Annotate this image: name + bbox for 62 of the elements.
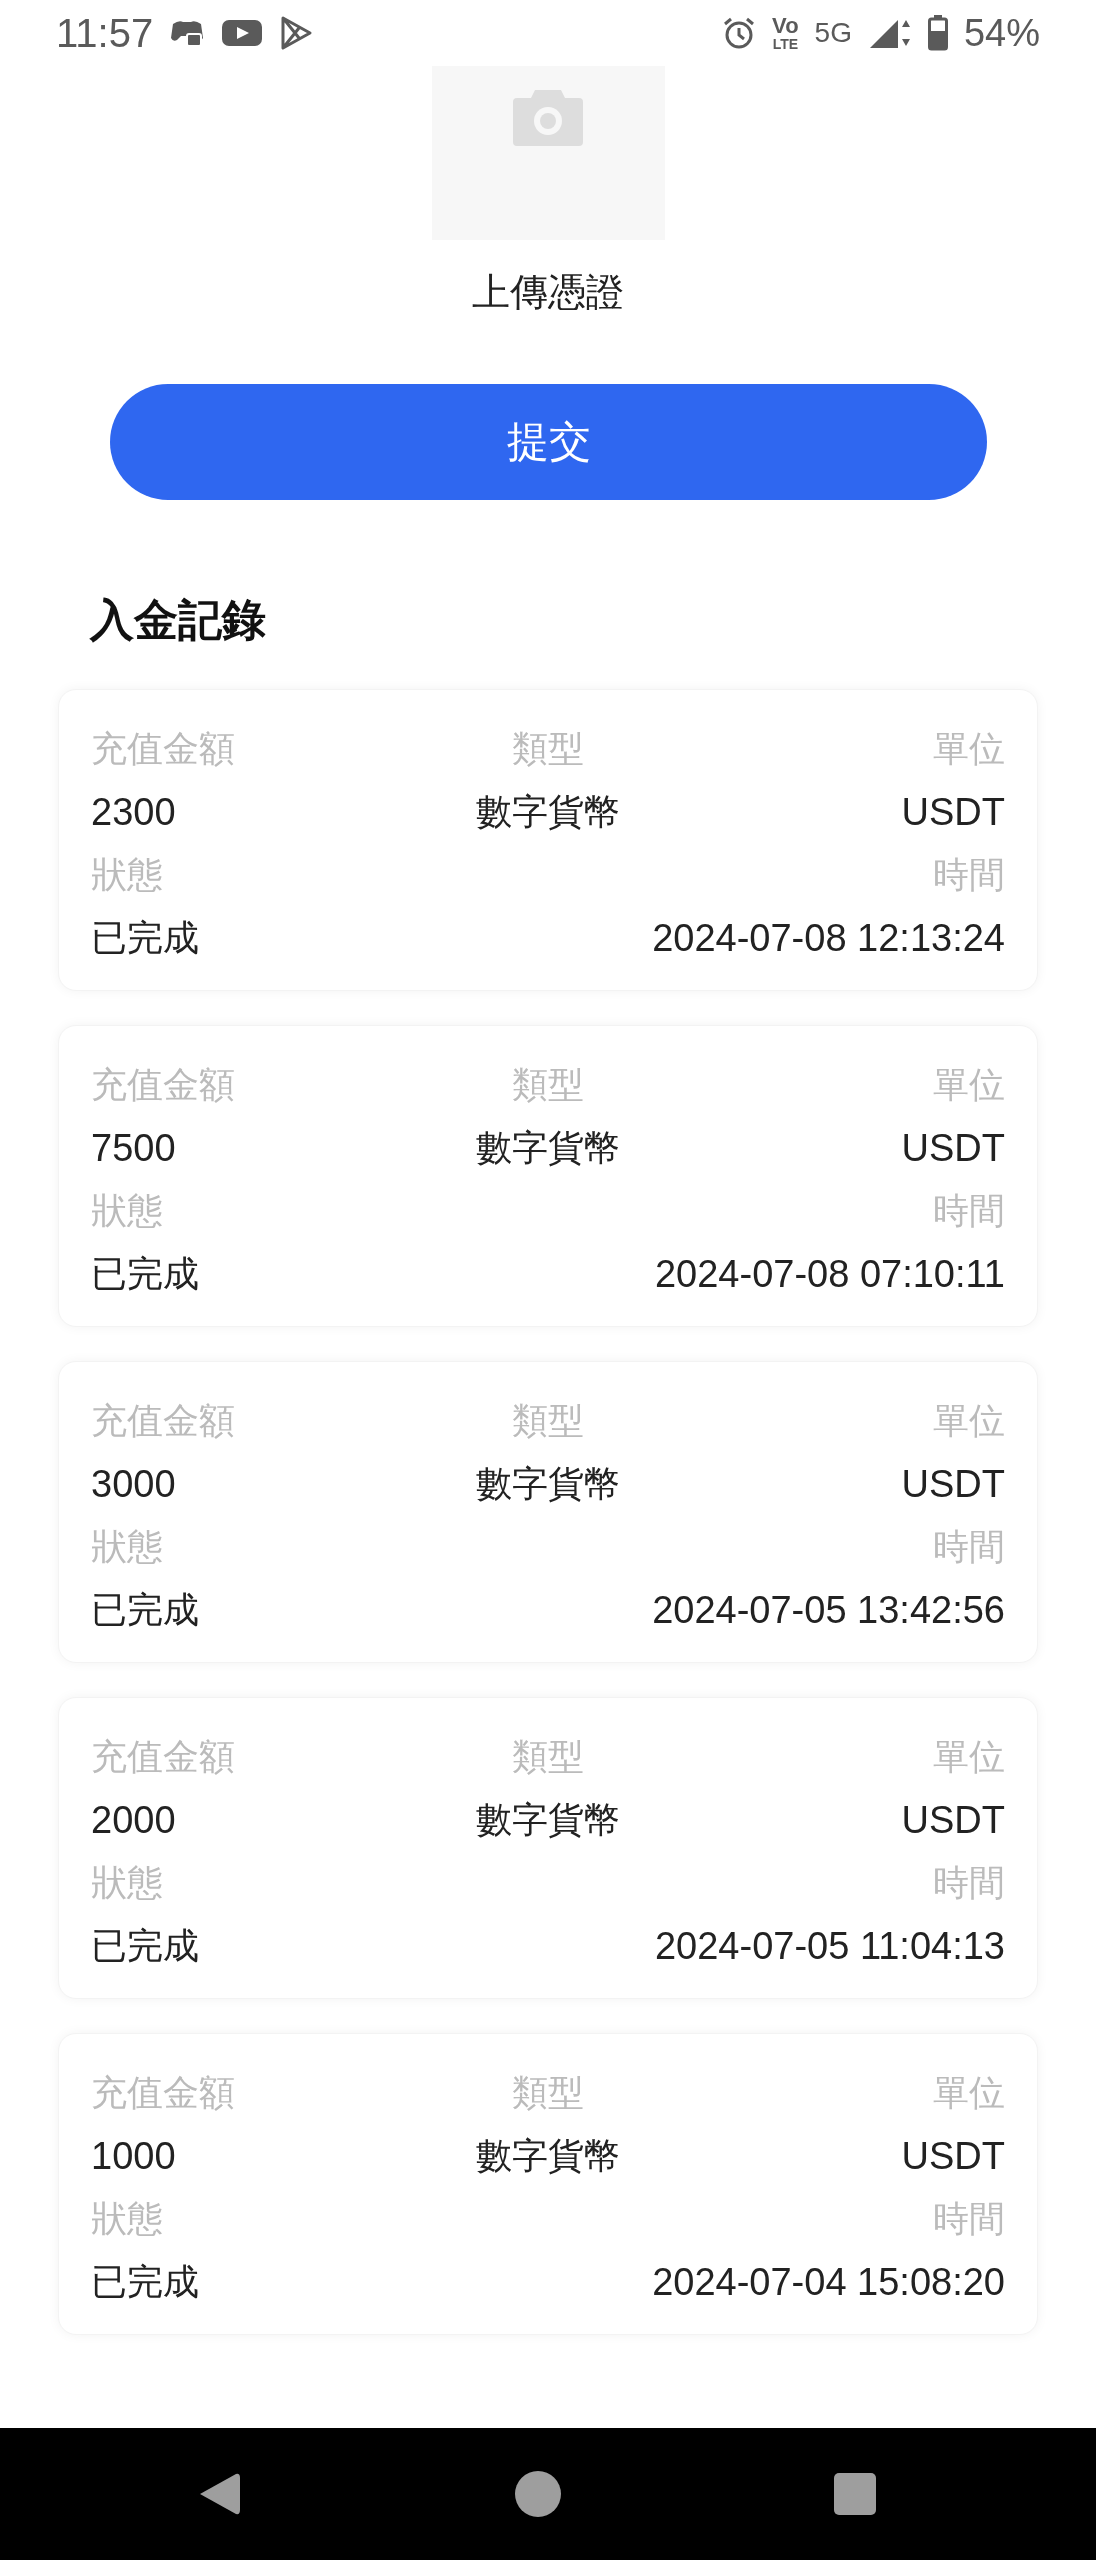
field-label: 狀態 [91,2197,164,2241]
status-value: 已完成 [91,2260,200,2304]
unit-value: USDT [900,791,1005,834]
field-label: 單位 [932,1735,1005,1779]
field-label: 類型 [511,2071,585,2115]
field-label: 類型 [511,1735,585,1779]
network-type: 5G [814,17,852,49]
status-value: 已完成 [91,1588,200,1632]
unit-value: USDT [900,1127,1005,1170]
field-label: 時間 [932,2197,1005,2241]
field-label: 充值金額 [91,2071,236,2115]
field-label: 時間 [932,1861,1005,1905]
time-value: 2024-07-08 07:10:11 [653,1253,1005,1296]
type-value: 數字貨幣 [476,1798,620,1842]
field-label: 類型 [511,1063,585,1107]
unit-value: USDT [900,1463,1005,1506]
type-value: 數字貨幣 [476,2134,620,2178]
field-label: 類型 [511,1399,585,1443]
home-icon[interactable] [515,2471,561,2517]
time-value: 2024-07-05 13:42:56 [651,1589,1005,1632]
field-label: 充值金額 [91,1399,236,1443]
status-value: 已完成 [91,1924,200,1968]
field-label: 單位 [932,1063,1005,1107]
field-label: 單位 [932,2071,1005,2115]
field-label: 狀態 [91,1861,164,1905]
time-value: 2024-07-05 11:04:13 [653,1925,1005,1968]
amount-value: 7500 [91,1127,177,1170]
field-label: 充值金額 [91,727,236,771]
field-label: 單位 [932,1399,1005,1443]
time-value: 2024-07-08 12:13:24 [651,917,1005,960]
field-label: 狀態 [91,1189,164,1233]
field-label: 狀態 [91,1525,164,1569]
volte-icon: Vo LTE [772,15,799,51]
status-value: 已完成 [91,1252,200,1296]
field-label: 類型 [511,727,585,771]
field-label: 時間 [932,853,1005,897]
type-value: 數字貨幣 [476,790,620,834]
field-label: 充值金額 [91,1735,236,1779]
video-play-icon [221,18,264,48]
clock-time: 11:57 [56,10,154,56]
play-triangle-icon [279,15,314,51]
amount-value: 3000 [91,1463,177,1506]
field-label: 充值金額 [91,1063,236,1107]
time-value: 2024-07-04 15:08:20 [651,2261,1005,2304]
battery-icon [927,15,948,51]
unit-value: USDT [900,2135,1005,2178]
field-label: 狀態 [91,853,164,897]
field-label: 時間 [932,1525,1005,1569]
amount-value: 2000 [91,1799,177,1842]
unit-value: USDT [900,1799,1005,1842]
field-label: 單位 [932,727,1005,771]
upload-label: 上傳憑證 [472,269,624,316]
section-title: 入金記錄 [90,593,267,647]
submit-button[interactable]: 提交 [110,384,987,500]
status-value: 已完成 [91,916,200,960]
battery-percentage: 54% [963,11,1040,55]
type-value: 數字貨幣 [476,1462,620,1506]
field-label: 時間 [932,1189,1005,1233]
amount-value: 1000 [91,2135,177,2178]
type-value: 數字貨幣 [476,1126,620,1170]
amount-value: 2300 [91,791,177,834]
alarm-clock-icon [722,16,757,50]
